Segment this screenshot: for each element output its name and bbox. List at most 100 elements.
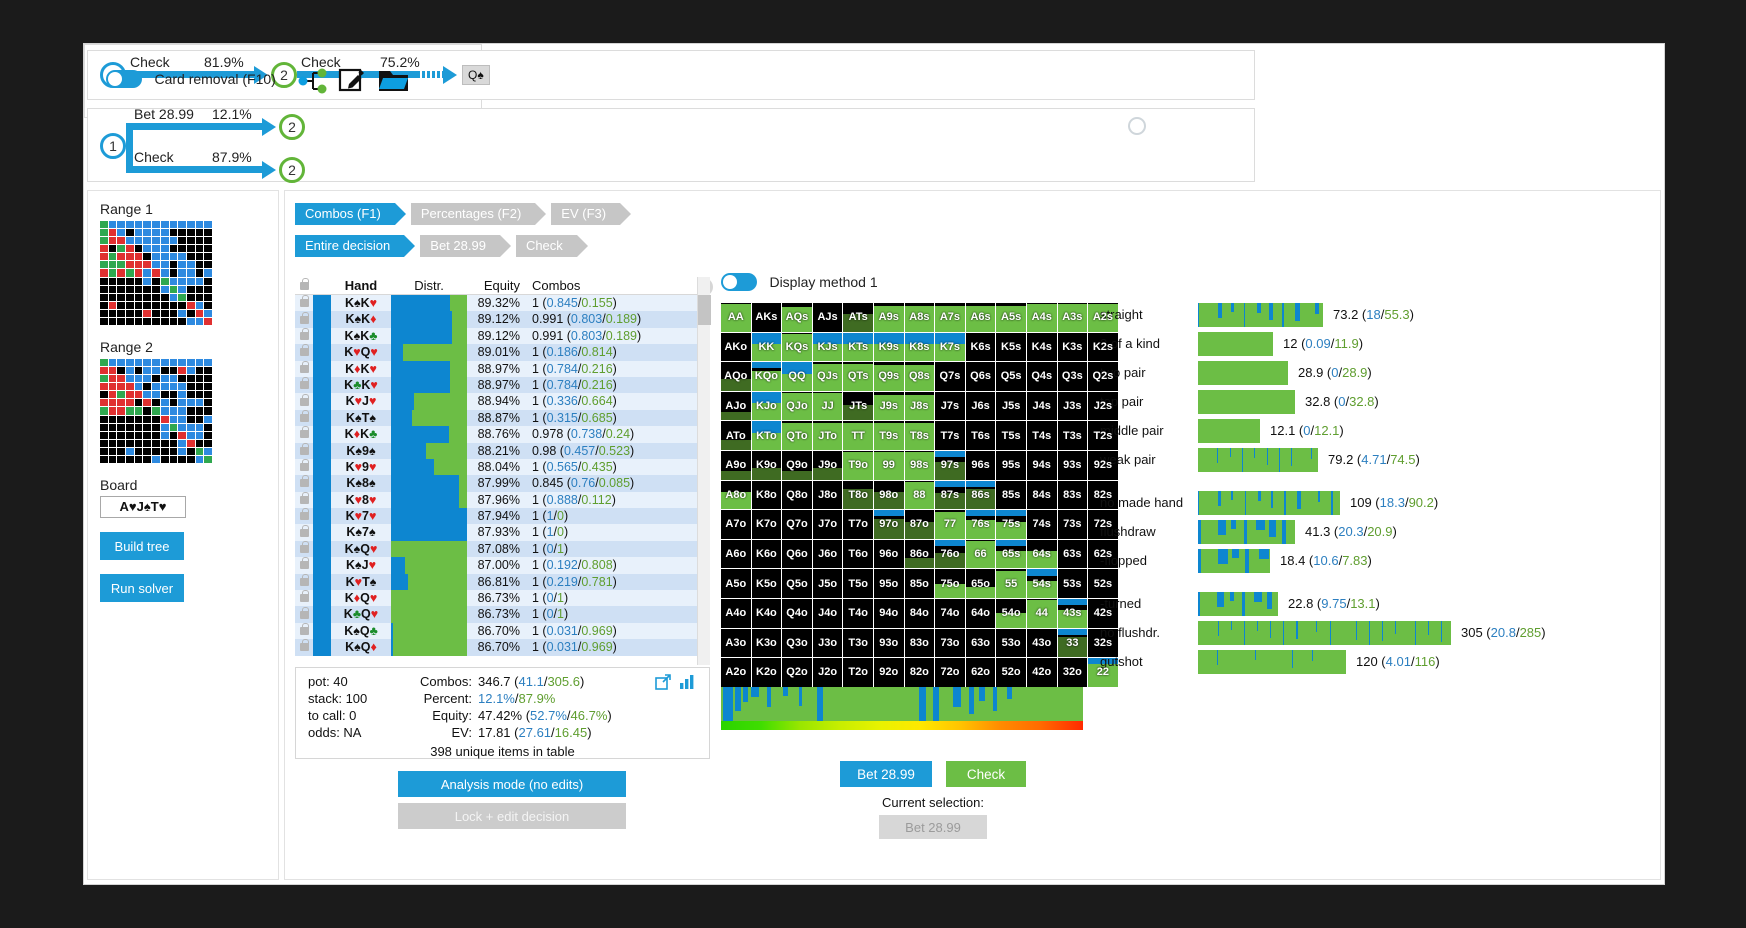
matrix-cell[interactable]: JTo bbox=[812, 421, 843, 450]
matrix-cell[interactable]: 87o bbox=[904, 510, 935, 539]
row-lock-icon[interactable] bbox=[295, 360, 313, 377]
matrix-cell[interactable]: JTs bbox=[843, 391, 873, 421]
matrix-cell[interactable]: Q9s bbox=[873, 362, 904, 391]
matrix-cell[interactable]: 93s bbox=[1057, 450, 1088, 480]
matrix-cell[interactable]: J6s bbox=[965, 391, 996, 421]
matrix-cell[interactable]: J8s bbox=[904, 391, 935, 421]
matrix-cell[interactable]: 73s bbox=[1057, 510, 1088, 539]
matrix-cell[interactable]: A4s bbox=[1026, 303, 1057, 332]
board-input[interactable]: A♥J♠T♥ bbox=[100, 496, 186, 518]
analysis-mode-button[interactable]: Analysis mode (no edits) bbox=[398, 771, 626, 797]
table-row[interactable]: K♠9♠ 88.21% 0.98 (0.457/0.523) bbox=[295, 442, 710, 459]
matrix-cell[interactable]: J7o bbox=[812, 510, 843, 539]
matrix-cell[interactable]: 77 bbox=[935, 510, 965, 539]
bar-chart-icon[interactable] bbox=[679, 674, 695, 690]
matrix-cell[interactable]: 94o bbox=[873, 598, 904, 628]
matrix-cell[interactable]: 44 bbox=[1026, 598, 1057, 628]
matrix-cell[interactable]: JJ bbox=[812, 391, 843, 421]
build-tree-button[interactable]: Build tree bbox=[100, 532, 184, 560]
matrix-cell[interactable]: 95o bbox=[873, 569, 904, 598]
check-action-button[interactable]: Check bbox=[946, 761, 1026, 787]
matrix-cell[interactable]: 86s bbox=[965, 480, 996, 510]
matrix-cell[interactable]: Q6s bbox=[965, 362, 996, 391]
matrix-cell[interactable]: A8o bbox=[721, 480, 751, 510]
matrix-cell[interactable]: 97s bbox=[935, 450, 965, 480]
matrix-cell[interactable]: A3s bbox=[1057, 303, 1088, 332]
bet-action-button[interactable]: Bet 28.99 bbox=[840, 761, 932, 787]
matrix-cell[interactable]: K7s bbox=[935, 332, 965, 362]
tab-1[interactable]: Percentages (F2) bbox=[410, 203, 547, 225]
matrix-cell[interactable]: 66 bbox=[965, 539, 996, 569]
matrix-cell[interactable]: K4s bbox=[1026, 332, 1057, 362]
row-lock-icon[interactable] bbox=[295, 491, 313, 508]
matrix-cell[interactable]: 84s bbox=[1026, 480, 1057, 510]
matrix-cell[interactable]: 86o bbox=[904, 539, 935, 569]
row-lock-icon[interactable] bbox=[295, 442, 313, 459]
matrix-cell[interactable]: K8o bbox=[751, 480, 782, 510]
table-row[interactable]: K♠K♣ 89.12% 0.991 (0.803/0.189) bbox=[295, 327, 710, 345]
hand-matrix[interactable]: AA AKs AQs AJs ATs A9s A8s A7s A6s A5s A4s A3s A2s AK… bbox=[721, 303, 1118, 687]
matrix-cell[interactable]: 43o bbox=[1026, 628, 1057, 658]
row-lock-icon[interactable] bbox=[295, 475, 313, 491]
matrix-cell[interactable]: QTo bbox=[782, 421, 812, 450]
matrix-cell[interactable]: AKo bbox=[721, 332, 751, 362]
matrix-cell[interactable]: T9o bbox=[843, 450, 873, 480]
matrix-cell[interactable]: 87s bbox=[935, 480, 965, 510]
matrix-cell[interactable]: 54o bbox=[996, 598, 1026, 628]
row-lock-icon[interactable] bbox=[295, 541, 313, 557]
matrix-cell[interactable]: J4o bbox=[812, 598, 843, 628]
matrix-cell[interactable]: T5s bbox=[996, 421, 1026, 450]
matrix-cell[interactable]: T8s bbox=[904, 421, 935, 450]
matrix-cell[interactable]: J8o bbox=[812, 480, 843, 510]
table-row[interactable]: K♥7♥ 87.94% 1 (1/0) bbox=[295, 508, 710, 525]
tree-line-bottom[interactable]: 1 Bet 28.99 12.1% 2 Check 87.9% 2 bbox=[87, 106, 1255, 183]
matrix-cell[interactable]: Q7o bbox=[782, 510, 812, 539]
matrix-cell[interactable]: ATo bbox=[721, 421, 751, 450]
matrix-cell[interactable]: Q7s bbox=[935, 362, 965, 391]
matrix-cell[interactable]: T9s bbox=[873, 421, 904, 450]
matrix-cell[interactable]: 65s bbox=[996, 539, 1026, 569]
scrollbar-thumb[interactable] bbox=[698, 295, 711, 325]
matrix-cell[interactable]: K5s bbox=[996, 332, 1026, 362]
row-lock-icon[interactable] bbox=[295, 590, 313, 606]
matrix-cell[interactable]: 53o bbox=[996, 628, 1026, 658]
matrix-cell[interactable]: K3s bbox=[1057, 332, 1088, 362]
matrix-cell[interactable]: K5o bbox=[751, 569, 782, 598]
matrix-cell[interactable]: T6o bbox=[843, 539, 873, 569]
hand-table-scrollbar[interactable] bbox=[697, 277, 711, 665]
run-solver-button[interactable]: Run solver bbox=[100, 574, 184, 602]
card-removal-toggle[interactable] bbox=[106, 70, 142, 88]
matrix-cell[interactable]: A7s bbox=[935, 303, 965, 332]
subtab-2[interactable]: Check bbox=[515, 235, 588, 257]
matrix-cell[interactable]: J7s bbox=[935, 391, 965, 421]
matrix-cell[interactable]: AQs bbox=[782, 303, 812, 332]
row-lock-icon[interactable] bbox=[295, 311, 313, 327]
matrix-cell[interactable]: 64s bbox=[1026, 539, 1057, 569]
matrix-cell[interactable]: K6o bbox=[751, 539, 782, 569]
row-lock-icon[interactable] bbox=[295, 344, 313, 360]
tree-branch-1-node[interactable]: 2 bbox=[279, 114, 305, 140]
matrix-cell[interactable]: 63o bbox=[965, 628, 996, 658]
matrix-cell[interactable]: QQ bbox=[782, 362, 812, 391]
row-lock-icon[interactable] bbox=[295, 327, 313, 344]
matrix-cell[interactable]: Q9o bbox=[782, 450, 812, 480]
matrix-cell[interactable]: 55 bbox=[996, 569, 1026, 598]
matrix-cell[interactable]: Q6o bbox=[782, 539, 812, 569]
row-lock-icon[interactable] bbox=[295, 377, 313, 393]
display-method-toggle[interactable] bbox=[721, 273, 757, 291]
matrix-cell[interactable]: 63s bbox=[1057, 539, 1088, 569]
matrix-cell[interactable]: AQo bbox=[721, 362, 751, 391]
matrix-cell[interactable]: A7o bbox=[721, 510, 751, 539]
matrix-cell[interactable]: KJs bbox=[812, 332, 843, 362]
matrix-cell[interactable]: 96o bbox=[873, 539, 904, 569]
matrix-cell[interactable]: K9o bbox=[751, 450, 782, 480]
matrix-cell[interactable]: KQo bbox=[751, 362, 782, 391]
matrix-cell[interactable]: J5o bbox=[812, 569, 843, 598]
matrix-cell[interactable]: Q3s bbox=[1057, 362, 1088, 391]
matrix-cell[interactable]: A9s bbox=[873, 303, 904, 332]
matrix-cell[interactable]: 88 bbox=[904, 480, 935, 510]
table-row[interactable]: K♠Q♦ 86.70% 1 (0.031/0.969) bbox=[295, 639, 710, 656]
matrix-cell[interactable]: 85s bbox=[996, 480, 1026, 510]
matrix-cell[interactable]: A5o bbox=[721, 569, 751, 598]
matrix-cell[interactable]: A3o bbox=[721, 628, 751, 658]
